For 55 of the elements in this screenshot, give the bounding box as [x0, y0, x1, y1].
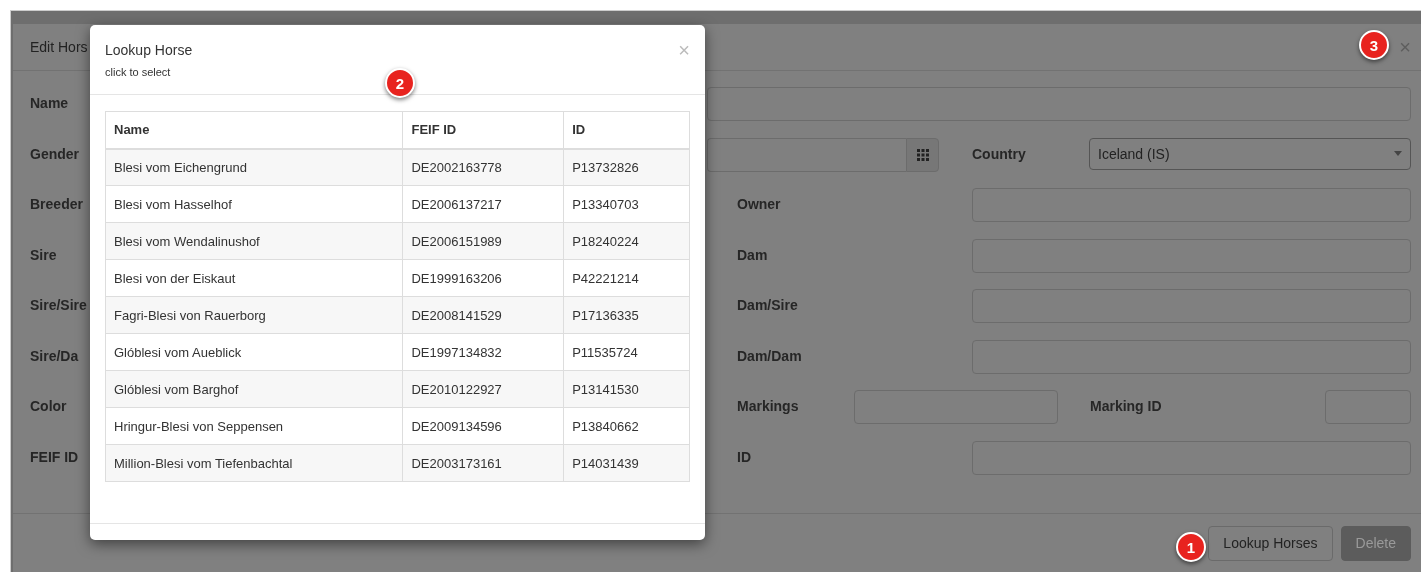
caret-icon — [1394, 151, 1402, 156]
table-cell[interactable]: Glóblesi vom Barghof — [105, 370, 403, 408]
table-cell[interactable]: DE2006151989 — [402, 222, 564, 260]
table-cell[interactable]: P42221214 — [563, 259, 690, 297]
table-cell[interactable]: Hringur-Blesi von Seppensen — [105, 407, 403, 445]
field-label: FEIF ID — [30, 447, 79, 465]
dialog-title: Edit Hors — [30, 39, 88, 55]
lookup-button[interactable]: Lookup Horses — [1208, 525, 1333, 561]
table-cell[interactable]: P11535724 — [563, 333, 690, 371]
field-label: Gender — [30, 144, 79, 162]
table-cell[interactable]: DE2002163778 — [402, 148, 564, 186]
table-cell[interactable]: P13340703 — [563, 185, 690, 223]
table-cell[interactable]: P14031439 — [563, 444, 690, 482]
field-label: Color — [30, 397, 67, 414]
field-label: Name — [30, 94, 69, 111]
dialog-subtitle: click to select — [105, 66, 172, 78]
field-label: Dam — [737, 245, 768, 263]
column-header: Name — [105, 111, 403, 149]
field-label: Sire/Sire — [30, 296, 87, 313]
field-label: Dam/Dam — [737, 346, 802, 364]
field-label: Markings — [737, 397, 800, 414]
table-cell[interactable]: Blesi vom Eichengrund — [105, 148, 403, 186]
dialog-title: Lookup Horse — [105, 42, 193, 58]
country-select[interactable]: Iceland (IS) — [1089, 137, 1411, 170]
table-cell[interactable]: DE2010122927 — [402, 370, 564, 408]
field-label: Dam/Sire — [737, 296, 798, 313]
table-cell[interactable]: Blesi von der Eiskaut — [105, 259, 403, 297]
field-label: ID — [737, 447, 751, 465]
field-label: Marking ID — [1089, 397, 1163, 414]
table-cell[interactable]: DE1999163206 — [402, 259, 564, 297]
field-label: Breeder — [30, 195, 83, 212]
table-cell[interactable]: P18240224 — [563, 222, 690, 260]
table-cell[interactable]: DE2006137217 — [402, 185, 564, 223]
table-cell[interactable]: P13840662 — [563, 407, 690, 445]
table-cell[interactable]: DE1997134832 — [402, 333, 564, 371]
table-cell[interactable]: Glóblesi vom Aueblick — [105, 333, 403, 371]
table-cell[interactable]: Blesi vom Wendalinushof — [105, 222, 403, 260]
field-label: Sire/Da — [30, 346, 79, 364]
table-cell[interactable]: DE2003173161 — [402, 444, 564, 482]
grid-icon[interactable] — [906, 137, 939, 172]
input-field[interactable] — [707, 87, 1411, 121]
table-cell[interactable]: P13732826 — [563, 148, 690, 186]
table-cell[interactable]: P17136335 — [563, 296, 690, 334]
column-header: FEIF ID — [402, 111, 564, 149]
input-field[interactable] — [707, 137, 906, 172]
table-cell[interactable]: DE2008141529 — [402, 296, 564, 334]
field-label: Country — [972, 144, 1027, 162]
column-header: ID — [563, 111, 690, 149]
table-cell[interactable]: P13141530 — [563, 370, 690, 408]
table-cell[interactable]: Blesi vom Hasselhof — [105, 185, 403, 223]
table-cell[interactable]: Fagri-Blesi von Rauerborg — [105, 296, 403, 334]
field-label: Owner — [737, 195, 781, 212]
field-label: Sire — [30, 245, 57, 263]
table-cell[interactable]: DE2009134596 — [402, 407, 564, 445]
table-cell[interactable]: Million-Blesi vom Tiefenbachtal — [105, 444, 403, 482]
